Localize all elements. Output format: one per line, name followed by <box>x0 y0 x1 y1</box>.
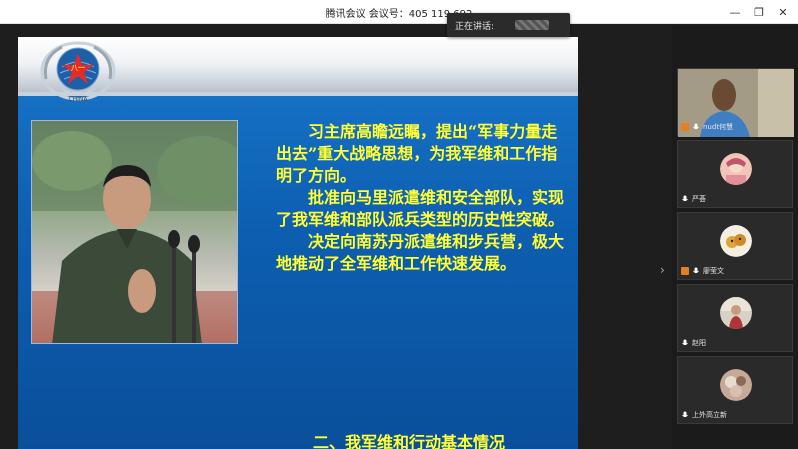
minimize-icon[interactable]: — <box>726 3 744 21</box>
participant-name: 廖莹文 <box>703 267 724 275</box>
army-emblem-logo: 八一 CHINA <box>40 41 116 103</box>
shared-screen: 八一 CHINA 习主席高瞻远瞩，提出“军事力量走出去”重大战略思想，为我军维和… <box>0 25 672 449</box>
participant-tile[interactable]: nudt何慧 <box>677 68 794 137</box>
participant-name-row: 廖莹文 <box>681 266 724 276</box>
slide-paragraph: 决定向南苏丹派遣维和步兵营，极大地推动了全军维和工作快速发展。 <box>276 232 565 273</box>
slide-body-text: 习主席高瞻远瞩，提出“军事力量走出去”重大战略思想，为我军维和工作指明了方向。 … <box>276 121 566 275</box>
participant-name-row: 赵阳 <box>681 338 706 348</box>
microphone-icon <box>692 267 700 275</box>
participant-name-row: 严荟 <box>681 194 706 204</box>
microphone-icon <box>681 411 689 419</box>
participant-tile[interactable]: 严荟 <box>677 140 793 208</box>
avatar <box>720 225 752 257</box>
slide-section-title: 二、我军维和行动基本情况 <box>313 433 506 449</box>
restore-icon[interactable]: ❐ <box>750 3 768 21</box>
microphone-icon <box>681 195 689 203</box>
emblem-text: CHINA <box>68 96 88 103</box>
participant-tile[interactable]: 廖莹文 <box>677 212 793 280</box>
slide-paragraph: 批准向马里派遣维和安全部队，实现了我军维和部队派兵类型的历史性突破。 <box>276 188 565 229</box>
avatar <box>720 153 752 185</box>
participant-name: 严荟 <box>692 195 706 203</box>
avatar <box>720 297 752 329</box>
avatar <box>720 369 752 401</box>
participant-name-row: nudt何慧 <box>681 122 733 132</box>
participant-name: 上外高立新 <box>692 411 727 419</box>
title-bar: 腾讯会议 会议号：405 119 692 — ❐ ✕ <box>0 0 798 24</box>
window-title: 腾讯会议 会议号：405 119 692 <box>325 9 473 20</box>
presentation-slide: 八一 CHINA 习主席高瞻远瞩，提出“军事力量走出去”重大战略思想，为我军维和… <box>18 37 578 449</box>
participant-panel: nudt何慧 严荟 廖莹文 赵阳 上外高立新 <box>672 25 798 449</box>
screen-share-icon <box>681 123 689 131</box>
meeting-window: 腾讯会议 会议号：405 119 692 — ❐ ✕ 八一 CHINA 习主席高… <box>0 0 798 449</box>
chevron-right-icon[interactable]: › <box>660 263 665 277</box>
microphone-icon <box>692 123 700 131</box>
participant-name-row: 上外高立新 <box>681 410 727 420</box>
slide-paragraph: 习主席高瞻远瞩，提出“军事力量走出去”重大战略思想，为我军维和工作指明了方向。 <box>276 122 558 185</box>
speaker-name-obscured <box>515 20 549 30</box>
participant-name: nudt何慧 <box>703 123 734 131</box>
window-controls: — ❐ ✕ <box>726 3 792 21</box>
speaking-label: 正在讲话: <box>455 22 495 32</box>
speaking-indicator: 正在讲话: <box>447 13 570 37</box>
screen-share-icon <box>681 267 689 275</box>
close-icon[interactable]: ✕ <box>774 3 792 21</box>
microphone-icon <box>681 339 689 347</box>
participant-tile[interactable]: 赵阳 <box>677 284 793 352</box>
svg-text:八一: 八一 <box>70 64 85 72</box>
participant-name: 赵阳 <box>692 339 706 347</box>
participant-tile[interactable]: 上外高立新 <box>677 356 793 424</box>
leader-photo <box>31 120 238 344</box>
